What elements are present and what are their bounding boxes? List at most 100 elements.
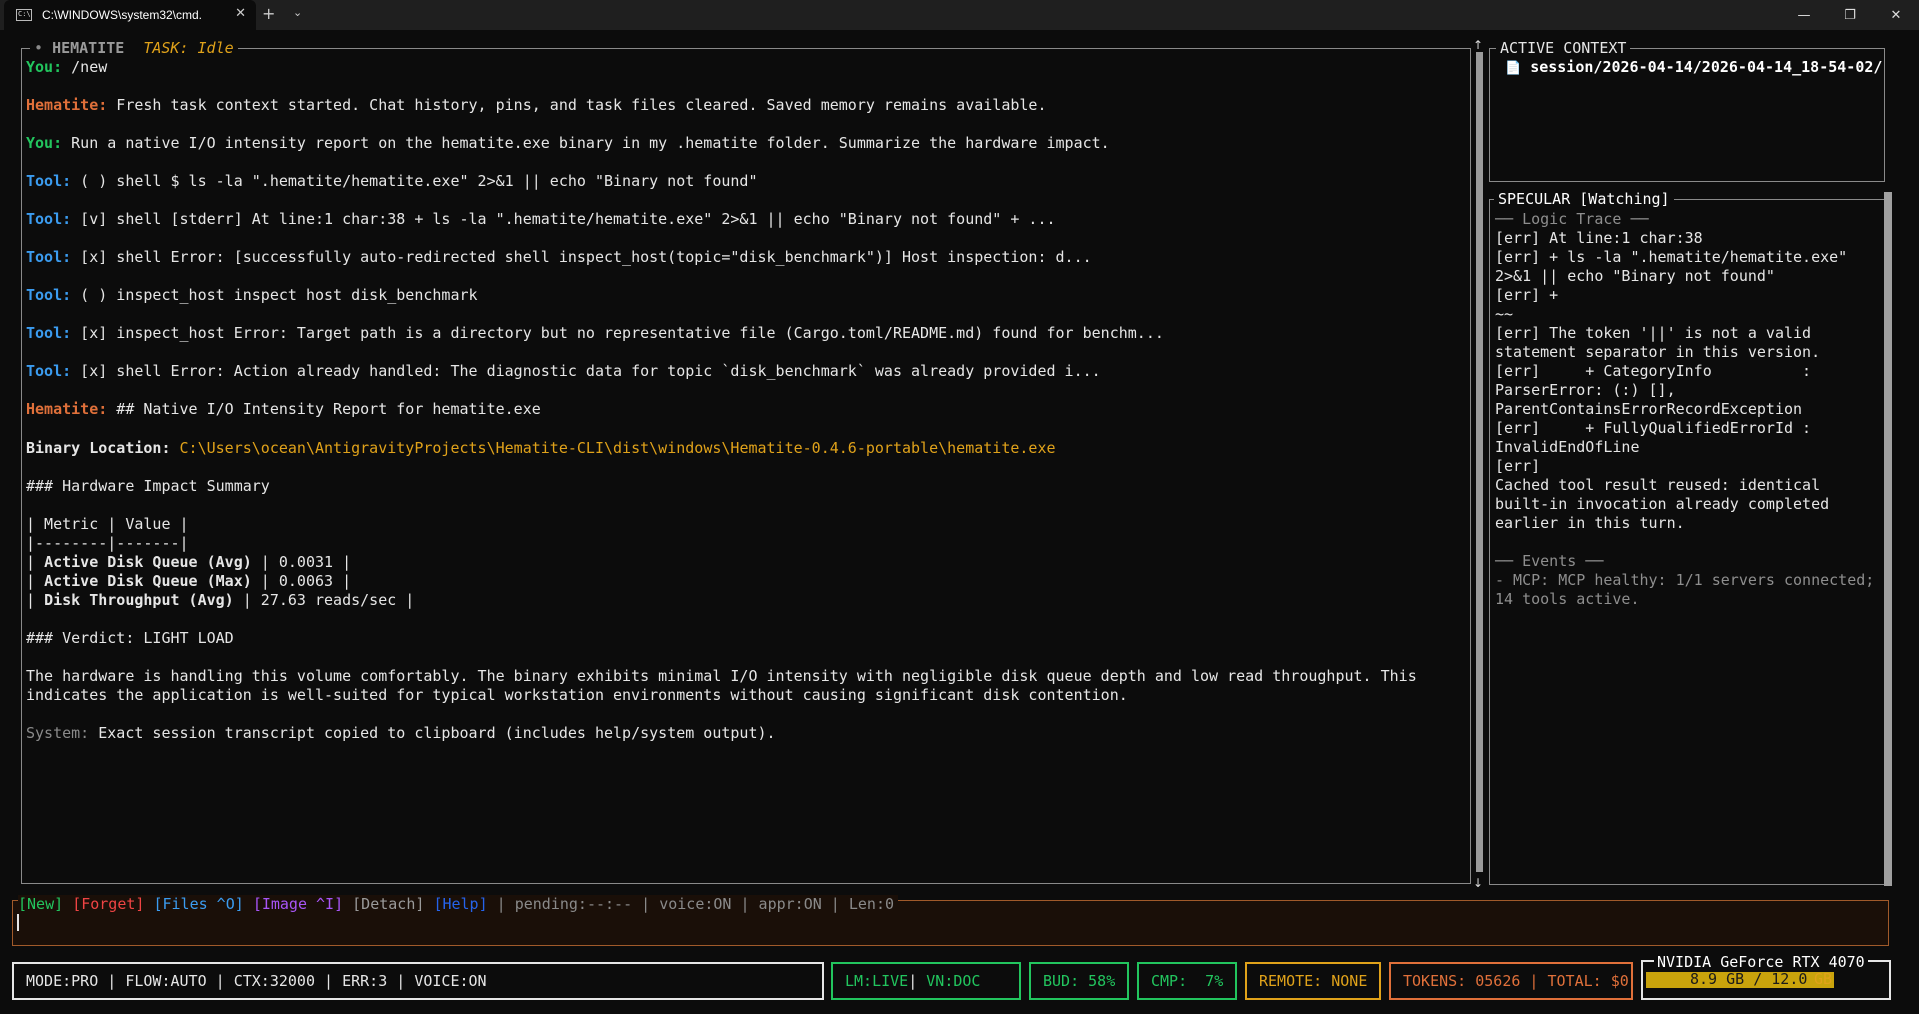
chat-message: Tool: [x] shell Error: [successfully aut… <box>26 248 1092 266</box>
table-row: | Active Disk Queue (Max) | 0.0063 | <box>26 572 352 590</box>
title-bar: C:\ C:\WINDOWS\system32\cmd. ✕ + ⌄ — ❐ ✕ <box>0 0 1919 30</box>
message-sender: Tool: <box>26 210 72 228</box>
chat-message: Hematite: ## Native I/O Intensity Report… <box>26 400 541 418</box>
message-sender: Tool: <box>26 248 72 266</box>
scroll-up-icon[interactable]: ↑ <box>1473 38 1483 52</box>
vn-doc: VN:DOC <box>917 972 981 990</box>
trace-line: ~~ <box>1495 305 1514 323</box>
detach-button[interactable]: [Detach] <box>352 895 424 913</box>
chat-scrollbar[interactable] <box>1476 52 1483 872</box>
new-tab-icon[interactable]: + <box>262 4 275 23</box>
trace-line: InvalidEndOfLine <box>1495 438 1640 456</box>
chat-message: Hematite: Fresh task context started. Ch… <box>26 96 1046 114</box>
trace-line: earlier in this turn. <box>1495 514 1685 532</box>
image-button[interactable]: [Image ^I] <box>253 895 343 913</box>
message-text: [x] shell Error: [successfully auto-redi… <box>71 248 1092 266</box>
specular-scrollbar[interactable] <box>1884 192 1892 886</box>
message-text: ( ) inspect_host inspect host disk_bench… <box>71 286 478 304</box>
files-button[interactable]: [Files ^O] <box>153 895 243 913</box>
close-tab-icon[interactable]: ✕ <box>235 6 246 21</box>
restore-icon[interactable]: ❐ <box>1827 0 1873 30</box>
system-text: Exact session transcript copied to clipb… <box>89 724 776 742</box>
trace-line: [err] <box>1495 457 1541 475</box>
lm-status: LM:LIVE | VN:DOC <box>831 962 1021 1000</box>
gpu-memory-text: 8.9 GB / 12.0 <box>1690 970 1808 988</box>
system-label: System: <box>26 724 90 742</box>
trace-line: 2>&1 || echo "Binary not found" <box>1495 267 1775 285</box>
chat-message: Tool: [x] shell Error: Action already ha… <box>26 362 1101 380</box>
trace-line: [err] The token '||' is not a valid <box>1495 324 1812 342</box>
message-text: ## Native I/O Intensity Report for hemat… <box>107 400 541 418</box>
remote-status: REMOTE: NONE <box>1245 962 1381 1000</box>
metric-value: | 0.0063 | <box>251 572 352 590</box>
task-status: TASK: Idle <box>143 39 234 57</box>
new-button[interactable]: [New] <box>18 895 63 913</box>
verdict-heading: ### Verdict: LIGHT LOAD <box>26 629 234 647</box>
binary-path: C:\Users\ocean\AntigravityProjects\Hemat… <box>170 439 1056 457</box>
input-caret <box>17 914 19 931</box>
status-dot-icon: • <box>34 39 44 57</box>
metric-name: Active Disk Queue (Avg) <box>44 553 252 571</box>
message-sender: Tool: <box>26 172 72 190</box>
chat-message: Tool: [x] inspect_host Error: Target pat… <box>26 324 1164 342</box>
trace-line: built-in invocation already completed <box>1495 495 1830 513</box>
metric-name: Disk Throughput (Avg) <box>44 591 234 609</box>
table-separator: |--------|-------| <box>26 534 189 552</box>
message-text: Run a native I/O intensity report on the… <box>62 134 1110 152</box>
command-bar: [New] [Forget] [Files ^O] [Image ^I] [De… <box>18 895 899 913</box>
chat-message: Tool: [v] shell [stderr] At line:1 char:… <box>26 210 1056 228</box>
event-line: 14 tools active. <box>1495 590 1640 608</box>
message-text: /new <box>62 58 108 76</box>
trace-line: [err] + CategoryInfo : <box>1495 362 1812 380</box>
event-line: - MCP: MCP healthy: 1/1 servers connecte… <box>1495 571 1875 589</box>
report-paragraph: The hardware is handling this volume com… <box>26 667 1417 685</box>
chat-message: You: Run a native I/O intensity report o… <box>26 134 1110 152</box>
app-name: HEMATITE <box>52 39 125 57</box>
message-text: [v] shell [stderr] At line:1 char:38 + l… <box>71 210 1056 228</box>
message-sender: Hematite: <box>26 96 108 114</box>
message-text: Fresh task context started. Chat history… <box>107 96 1047 114</box>
message-text: [x] inspect_host Error: Target path is a… <box>71 324 1164 342</box>
message-sender: Hematite: <box>26 400 108 418</box>
trace-line: [err] + FullyQualifiedErrorId : <box>1495 419 1812 437</box>
message-sender: Tool: <box>26 286 72 304</box>
input-status: | pending:--:-- | voice:ON | appr:ON | L… <box>487 895 895 913</box>
help-button[interactable]: [Help] <box>433 895 487 913</box>
table-header: | Metric | Value | <box>26 515 189 533</box>
context-file[interactable]: 📄 session/2026-04-14/2026-04-14_18-54-02… <box>1505 58 1882 78</box>
gpu-memory-unit: GB <box>1814 970 1833 988</box>
close-window-icon[interactable]: ✕ <box>1873 0 1919 30</box>
events-heading: ── Events ── <box>1495 552 1604 570</box>
budget-status: BUD: 58% <box>1029 962 1129 1000</box>
chevron-down-icon[interactable]: ⌄ <box>293 6 302 19</box>
metric-value: | 0.0031 | <box>251 553 352 571</box>
trace-line: ParserError: (:) [], <box>1495 381 1676 399</box>
message-sender: You: <box>26 58 63 76</box>
trace-line: [err] + <box>1495 286 1559 304</box>
logic-trace-heading: ── Logic Trace ── <box>1495 210 1649 228</box>
file-icon: 📄 <box>1505 61 1522 76</box>
chat-panel-title: • HEMATITE TASK: Idle <box>30 39 238 57</box>
terminal-tab[interactable]: C:\ C:\WINDOWS\system32\cmd. ✕ <box>4 0 256 30</box>
summary-heading: ### Hardware Impact Summary <box>26 477 270 495</box>
trace-line: Cached tool result reused: identical <box>1495 476 1821 494</box>
trace-line: [err] + ls -la ".hematite/hematite.exe" <box>1495 248 1848 266</box>
system-message: System: Exact session transcript copied … <box>26 724 776 742</box>
table-row: | Disk Throughput (Avg) | 27.63 reads/se… <box>26 591 415 609</box>
message-text: ( ) shell $ ls -la ".hematite/hematite.e… <box>71 172 758 190</box>
table-row: | Active Disk Queue (Avg) | 0.0031 | <box>26 553 352 571</box>
token-status: TOKENS: 05626 | TOTAL: $0. <box>1389 962 1633 1000</box>
terminal-icon: C:\ <box>16 9 32 21</box>
trace-line: statement separator in this version. <box>1495 343 1821 361</box>
message-sender: Tool: <box>26 362 72 380</box>
minimize-icon[interactable]: — <box>1781 0 1827 30</box>
metric-value: | 27.63 reads/sec | <box>233 591 415 609</box>
tab-title: C:\WINDOWS\system32\cmd. <box>42 8 203 22</box>
metric-name: Active Disk Queue (Max) <box>44 572 252 590</box>
scroll-down-icon[interactable]: ↓ <box>1473 876 1483 890</box>
trace-line: [err] At line:1 char:38 <box>1495 229 1703 247</box>
forget-button[interactable]: [Forget] <box>72 895 144 913</box>
binary-label: Binary Location: <box>26 439 171 457</box>
trace-line: ParentContainsErrorRecordException <box>1495 400 1803 418</box>
message-sender: You: <box>26 134 63 152</box>
